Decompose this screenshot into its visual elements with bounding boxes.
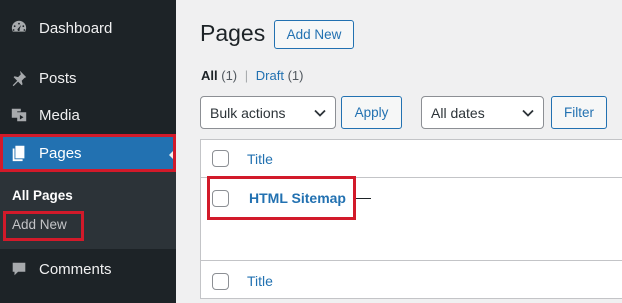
add-new-button[interactable]: Add New (274, 20, 354, 49)
view-all-count: (1) (221, 68, 238, 83)
sidebar-item-media[interactable]: Media (0, 97, 176, 133)
pages-icon (9, 143, 29, 163)
title-separator (353, 198, 371, 199)
sidebar-item-label: Dashboard (39, 19, 113, 37)
redacted-area (372, 191, 420, 205)
column-title-header[interactable]: Title (247, 151, 273, 167)
chevron-down-icon (314, 109, 326, 117)
current-menu-arrow (169, 148, 176, 162)
table-row: HTML Sitemap (201, 179, 622, 260)
table-header-row: Title (201, 140, 622, 178)
pages-table: Title HTML Sitemap Title (200, 139, 622, 299)
sidebar-item-comments[interactable]: Comments (0, 251, 176, 287)
filter-button[interactable]: Filter (551, 96, 607, 129)
bulk-actions-value: Bulk actions (210, 104, 286, 121)
page-title-link[interactable]: HTML Sitemap (249, 190, 346, 206)
sidebar-item-pages[interactable]: Pages (0, 135, 176, 171)
view-draft-count: (1) (287, 68, 304, 83)
row-checkbox[interactable] (212, 190, 229, 207)
sidebar-item-label: Media (39, 106, 80, 124)
select-all-checkbox[interactable] (212, 150, 229, 167)
dates-value: All dates (431, 104, 485, 121)
sidebar-item-label: Comments (39, 260, 112, 278)
comments-icon (9, 259, 29, 279)
submenu-add-new[interactable]: Add New (12, 217, 67, 232)
view-separator: | (244, 68, 249, 83)
table-footer-row: Title (201, 260, 622, 300)
sidebar-item-label: Pages (39, 144, 82, 162)
sidebar-item-dashboard[interactable]: Dashboard (0, 10, 176, 46)
dates-select[interactable]: All dates (421, 96, 544, 129)
pages-submenu: All Pages Add New (0, 171, 176, 249)
submenu-all-pages[interactable]: All Pages (12, 188, 73, 203)
view-draft-link[interactable]: Draft (256, 68, 284, 83)
select-all-checkbox-footer[interactable] (212, 273, 229, 290)
sidebar-item-posts[interactable]: Posts (0, 60, 176, 96)
pin-icon (9, 68, 29, 88)
column-title-footer[interactable]: Title (247, 273, 273, 289)
bulk-actions-select[interactable]: Bulk actions (200, 96, 336, 129)
apply-button[interactable]: Apply (341, 96, 402, 129)
view-filters: All (1) | Draft (1) (201, 68, 303, 83)
page-title: Pages (200, 20, 266, 46)
sidebar-item-label: Posts (39, 69, 77, 87)
chevron-down-icon (522, 109, 534, 117)
dashboard-icon (9, 18, 29, 38)
view-all-link[interactable]: All (201, 68, 218, 83)
admin-sidebar: Dashboard Posts Media Pages All Pages Ad… (0, 0, 176, 303)
media-icon (9, 105, 29, 125)
